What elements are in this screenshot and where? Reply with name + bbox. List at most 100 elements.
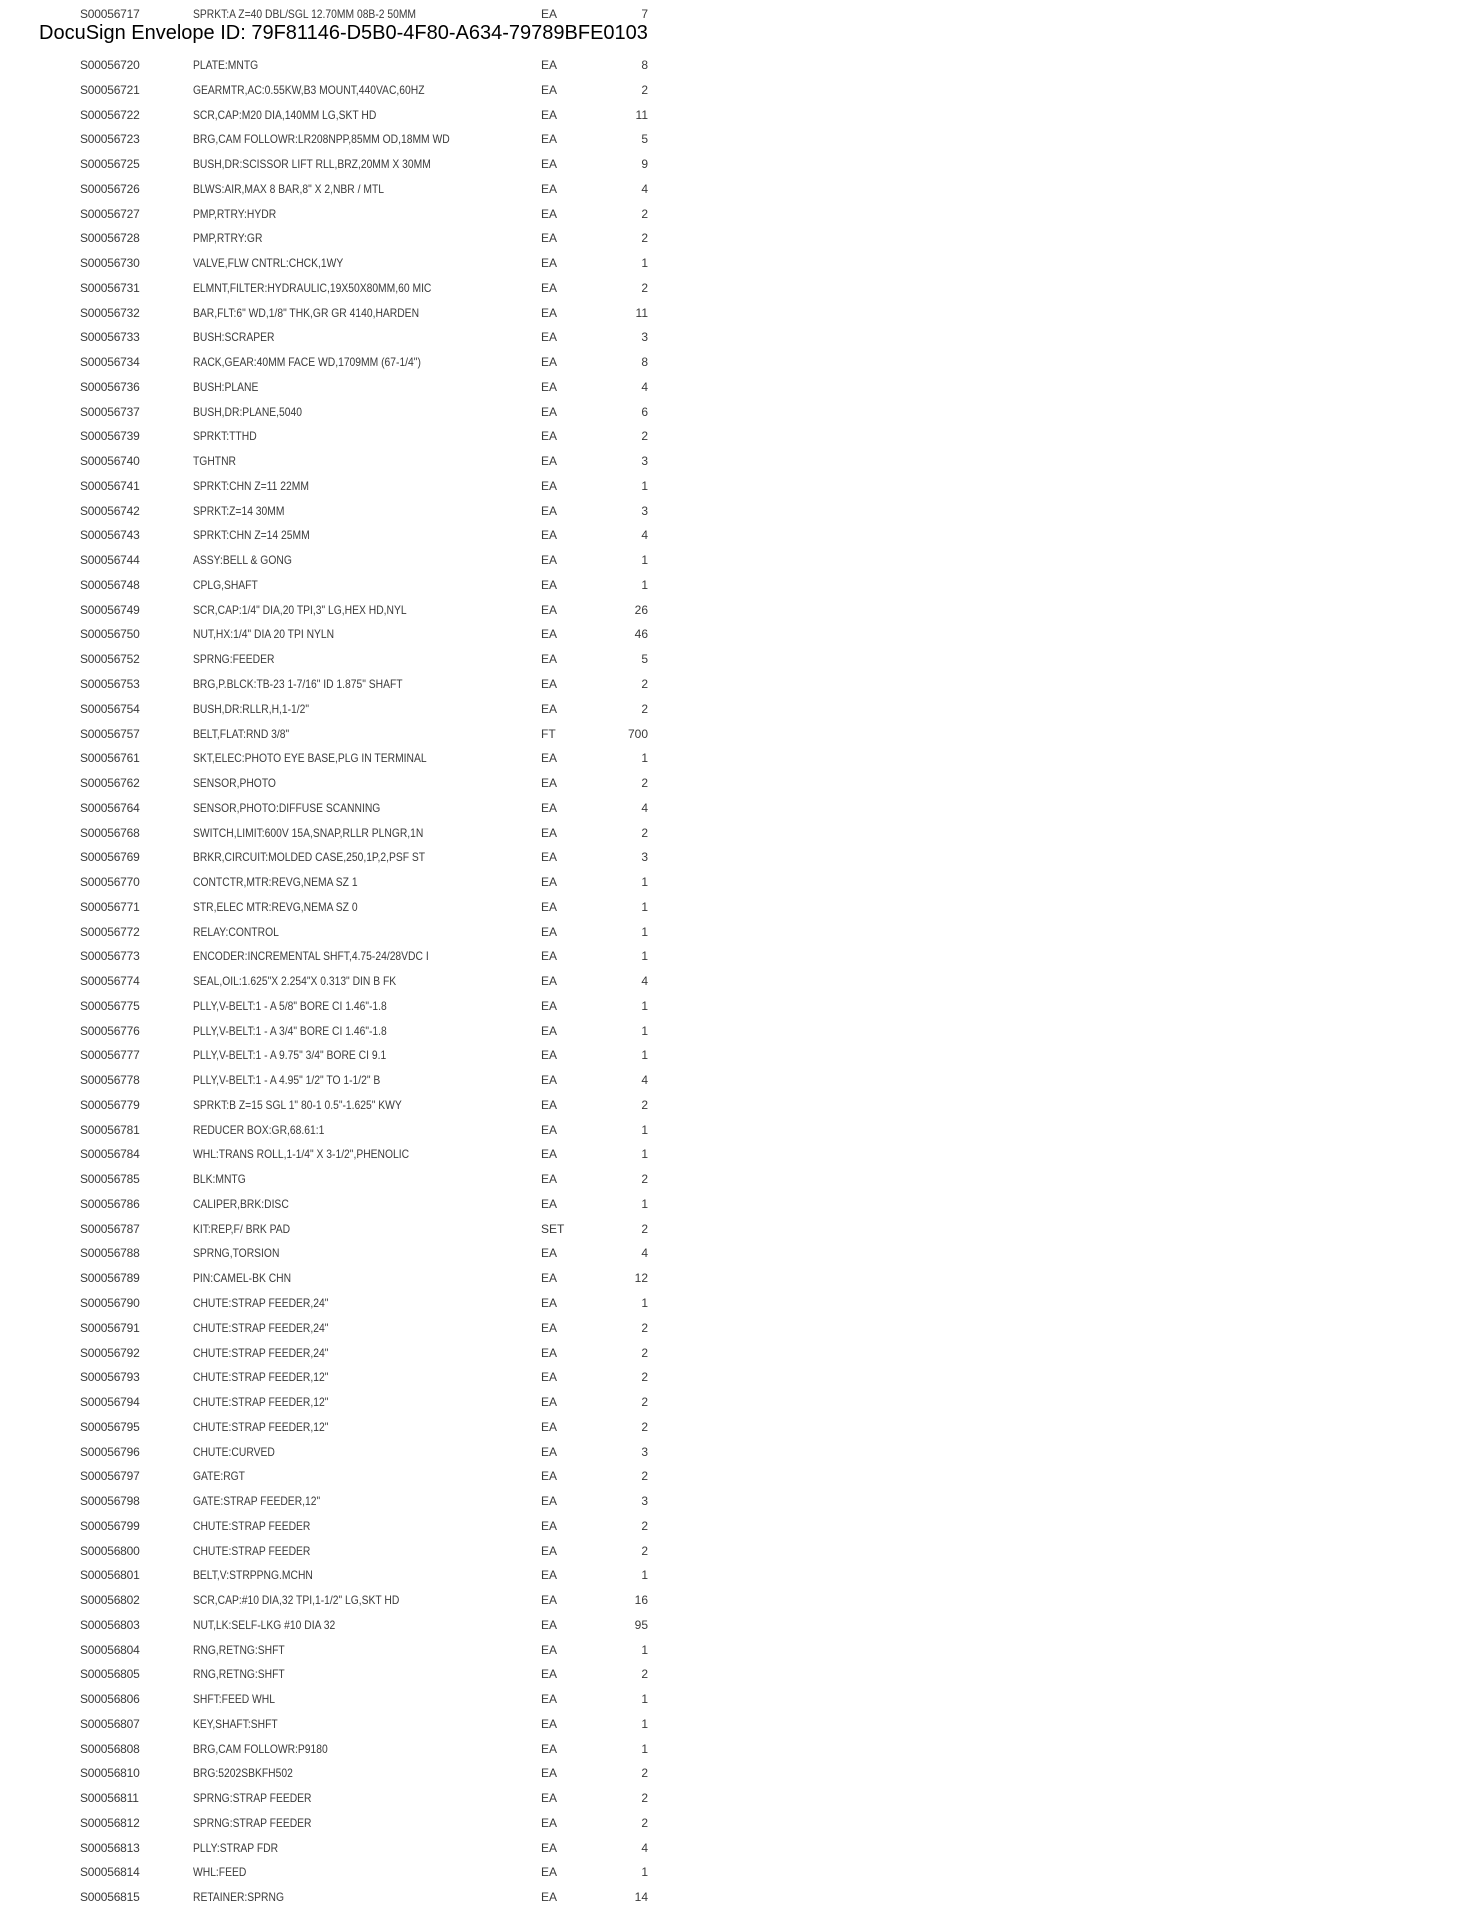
quantity: 4 (641, 380, 648, 394)
part-number: S00056722 (80, 108, 140, 122)
table-row: S00056753 BRG,P.BLCK:TB-23 1-7/16" ID 1.8… (0, 674, 700, 694)
part-description: SCR,CAP:#10 DIA,32 TPI,1-1/2" LG,SKT HD (193, 1593, 400, 1607)
part-number: S00056737 (80, 405, 140, 419)
quantity: 3 (641, 454, 648, 468)
table-row: S00056775 PLLY,V-BELT:1 - A 5/8" BORE CI … (0, 996, 700, 1016)
table-row: S00056748 CPLG,SHAFT EA 1 (0, 575, 700, 595)
table-row: S00056744 ASSY:BELL & GONG EA 1 (0, 550, 700, 570)
part-number: S00056773 (80, 949, 140, 963)
part-description: CHUTE:CURVED (193, 1445, 275, 1459)
table-row: S00056781 REDUCER BOX:GR,68.61:1 EA 1 (0, 1120, 700, 1140)
table-row: S00056784 WHL:TRANS ROLL,1-1/4" X 3-1/2",… (0, 1144, 700, 1164)
part-number: S00056784 (80, 1147, 140, 1161)
part-description: BLK:MNTG (193, 1172, 246, 1186)
quantity: 2 (641, 207, 648, 221)
unit-of-measure: EA (541, 1246, 558, 1260)
table-row: S00056726 BLWS:AIR,MAX 8 BAR,8" X 2,NBR /… (0, 179, 700, 199)
part-number: S00056778 (80, 1073, 140, 1087)
quantity: 3 (641, 850, 648, 864)
unit-of-measure: EA (541, 900, 558, 914)
part-number: S00056814 (80, 1865, 140, 1879)
quantity: 2 (641, 231, 648, 245)
quantity: 2 (641, 776, 648, 790)
part-description: GATE:RGT (193, 1469, 245, 1483)
unit-of-measure: FT (541, 727, 556, 741)
table-row: S00056727 PMP,RTRY:HYDR EA 2 (0, 204, 700, 224)
quantity: 3 (641, 504, 648, 518)
part-number: S00056812 (80, 1816, 140, 1830)
part-number: S00056797 (80, 1469, 140, 1483)
quantity: 1 (641, 553, 648, 567)
quantity: 1 (641, 479, 648, 493)
table-row: S00056794 CHUTE:STRAP FEEDER,12" EA 2 (0, 1392, 700, 1412)
part-description: CALIPER,BRK:DISC (193, 1197, 289, 1211)
part-number: S00056731 (80, 281, 140, 295)
part-number: S00056785 (80, 1172, 140, 1186)
unit-of-measure: EA (541, 504, 558, 518)
unit-of-measure: EA (541, 850, 558, 864)
part-description: SENSOR,PHOTO (193, 776, 276, 790)
table-row: S00056796 CHUTE:CURVED EA 3 (0, 1442, 700, 1462)
unit-of-measure: EA (541, 207, 558, 221)
table-row: S00056779 SPRKT:B Z=15 SGL 1" 80-1 0.5"-1… (0, 1095, 700, 1115)
unit-of-measure: EA (541, 1098, 558, 1112)
unit-of-measure: EA (541, 58, 558, 72)
unit-of-measure: EA (541, 1717, 558, 1731)
quantity: 14 (634, 1890, 648, 1904)
part-description: SPRKT:B Z=15 SGL 1" 80-1 0.5"-1.625" KWY (193, 1098, 402, 1112)
part-number: S00056801 (80, 1568, 140, 1582)
part-number: S00056790 (80, 1296, 140, 1310)
part-description: RNG,RETNG:SHFT (193, 1667, 285, 1681)
part-description: PLLY,V-BELT:1 - A 3/4" BORE CI 1.46"-1.8 (193, 1024, 387, 1038)
table-row: S00056743 SPRKT:CHN Z=14 25MM EA 4 (0, 525, 700, 545)
table-row: S00056723 BRG,CAM FOLLOWR:LR208NPP,85MM O… (0, 129, 700, 149)
part-description: CHUTE:STRAP FEEDER,12" (193, 1370, 329, 1384)
quantity: 3 (641, 330, 648, 344)
unit-of-measure: EA (541, 429, 558, 443)
unit-of-measure: EA (541, 1667, 558, 1681)
part-number: S00056733 (80, 330, 140, 344)
table-row: S00056802 SCR,CAP:#10 DIA,32 TPI,1-1/2" L… (0, 1590, 700, 1610)
quantity: 4 (641, 974, 648, 988)
part-number: S00056804 (80, 1643, 140, 1657)
part-description: WHL:TRANS ROLL,1-1/4" X 3-1/2",PHENOLIC (193, 1147, 410, 1161)
unit-of-measure: EA (541, 1271, 558, 1285)
quantity: 1 (641, 1147, 648, 1161)
part-number: S00056815 (80, 1890, 140, 1904)
quantity: 2 (641, 1816, 648, 1830)
quantity: 2 (641, 1766, 648, 1780)
quantity: 46 (634, 627, 648, 641)
table-row: S00056757 BELT,FLAT:RND 3/8" FT 700 (0, 724, 700, 744)
part-description: BLWS:AIR,MAX 8 BAR,8" X 2,NBR / MTL (193, 182, 385, 196)
part-number: S00056726 (80, 182, 140, 196)
quantity: 5 (641, 132, 648, 146)
part-number: S00056768 (80, 826, 140, 840)
table-row: S00056764 SENSOR,PHOTO:DIFFUSE SCANNING EA… (0, 798, 700, 818)
quantity: 4 (641, 528, 648, 542)
table-row: S00056749 SCR,CAP:1/4" DIA,20 TPI,3" LG,H… (0, 600, 700, 620)
quantity: 16 (634, 1593, 648, 1607)
unit-of-measure: EA (541, 826, 558, 840)
part-number: S00056732 (80, 306, 140, 320)
quantity: 2 (641, 1098, 648, 1112)
table-row: S00056752 SPRNG:FEEDER EA 5 (0, 649, 700, 669)
part-description: ELMNT,FILTER:HYDRAULIC,19X50X80MM,60 MIC (193, 281, 432, 295)
part-description: CONTCTR,MTR:REVG,NEMA SZ 1 (193, 875, 358, 889)
part-number: S00056736 (80, 380, 140, 394)
table-row: S00056778 PLLY,V-BELT:1 - A 4.95" 1/2" TO… (0, 1070, 700, 1090)
part-number: S00056800 (80, 1544, 140, 1558)
table-row: S00056741 SPRKT:CHN Z=11 22MM EA 1 (0, 476, 700, 496)
quantity: 2 (641, 83, 648, 97)
unit-of-measure: EA (541, 306, 558, 320)
table-row: S00056734 RACK,GEAR:40MM FACE WD,1709MM (… (0, 352, 700, 372)
parts-list: S00056717 SPRKT:A Z=40 DBL/SGL 12.70MM 08… (0, 0, 1484, 1920)
table-row: S00056787 KIT:REP,F/ BRK PAD SET 2 (0, 1219, 700, 1239)
part-number: S00056806 (80, 1692, 140, 1706)
unit-of-measure: EA (541, 1618, 558, 1632)
unit-of-measure: EA (541, 1296, 558, 1310)
table-row: S00056776 PLLY,V-BELT:1 - A 3/4" BORE CI … (0, 1021, 700, 1041)
unit-of-measure: EA (541, 132, 558, 146)
part-number: S00056753 (80, 677, 140, 691)
quantity: 1 (641, 1742, 648, 1756)
quantity: 1 (641, 1692, 648, 1706)
